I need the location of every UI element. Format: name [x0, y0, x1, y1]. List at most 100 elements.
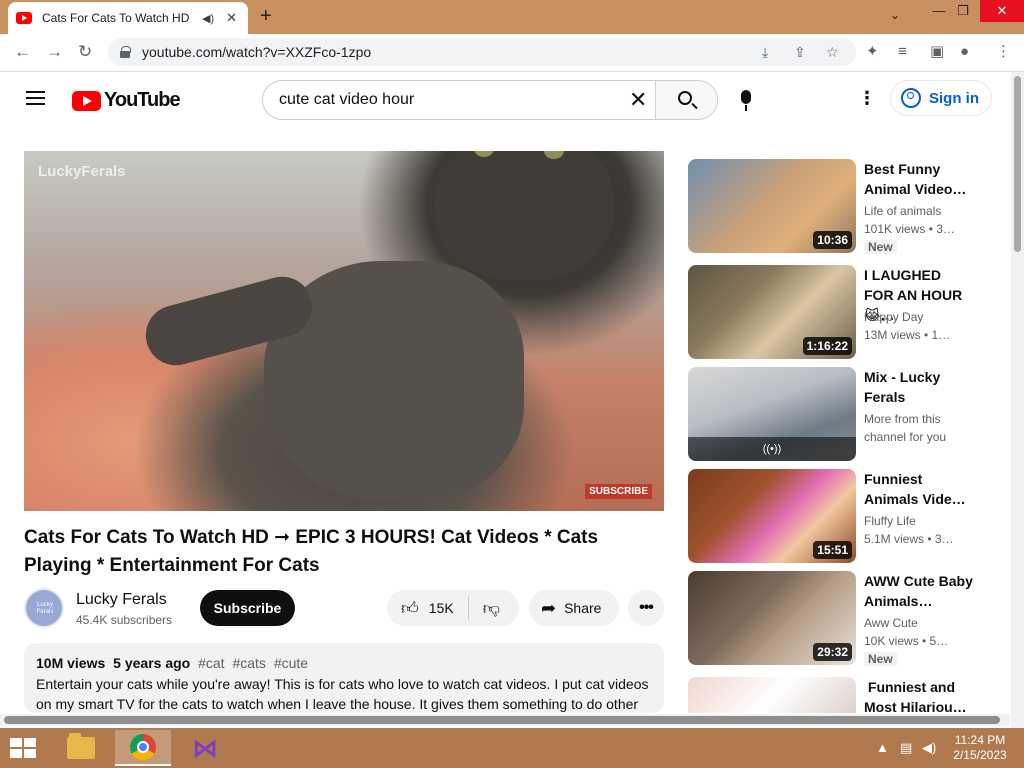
recommendation-thumbnail[interactable]: 1:16:22 — [688, 265, 856, 359]
recommendation-item[interactable]: 15:51 Funniest Animals Vide… Fluffy Life… — [688, 469, 978, 565]
voice-search-mic-icon[interactable] — [741, 90, 751, 111]
video-player[interactable]: LuckyFerals SUBSCRIBE — [24, 151, 664, 511]
recommendation-item[interactable]: 29:32 AWW Cute Baby Animals… Aww Cute 10… — [688, 571, 978, 667]
share-page-icon[interactable]: ⇪ — [794, 44, 806, 61]
tab-title: Cats For Cats To Watch HD - — [42, 11, 192, 25]
taskbar-clock[interactable]: 11:24 PM 2/15/2023 — [950, 733, 1010, 763]
new-tab-button[interactable]: + — [260, 6, 272, 26]
video-duration: 1:16:22 — [802, 337, 852, 355]
address-bar[interactable]: youtube.com/watch?v=XXZFco-1zpo ⤓ ⇪ ☆ — [108, 38, 856, 66]
subscribe-overlay[interactable]: SUBSCRIBE — [585, 484, 652, 499]
recommendation-thumbnail[interactable]: 29:32 — [688, 571, 856, 665]
subscribe-button[interactable]: Subscribe — [200, 590, 295, 626]
recommendation-title[interactable]: Mix - Lucky Ferals — [864, 367, 974, 407]
search-button[interactable] — [655, 81, 717, 119]
windows-start-icon[interactable] — [10, 738, 38, 760]
share-arrow-icon: ➦ — [541, 597, 557, 618]
network-icon[interactable]: ▤ — [900, 740, 912, 756]
recommendation-item[interactable]: 1:16:22 I LAUGHED FOR AN HOUR😹… Happy Da… — [688, 265, 978, 361]
tab-close-button[interactable]: ✕ — [226, 10, 237, 26]
new-badge: New — [864, 240, 897, 254]
recommendation-channel[interactable]: Happy Day — [864, 310, 923, 324]
speaker-icon[interactable]: ◀︎) — [202, 12, 214, 25]
dislike-thumb-down-icon[interactable]: 👎︎ — [483, 598, 500, 619]
menu-hamburger-icon[interactable] — [26, 91, 45, 105]
description-stats: 10M views 5 years ago #cat #cats #cute — [36, 655, 652, 671]
vertical-scrollbar[interactable] — [1011, 72, 1024, 728]
more-actions-button[interactable]: ••• — [628, 590, 664, 626]
hashtag[interactable]: #cats — [232, 655, 265, 671]
file-explorer-taskbar-button[interactable] — [53, 730, 109, 766]
channel-avatar[interactable] — [24, 588, 64, 628]
search-input[interactable] — [279, 91, 639, 109]
browser-menu-icon[interactable]: ⋮ — [996, 43, 1011, 61]
browser-tab[interactable]: Cats For Cats To Watch HD - ◀︎) ✕ — [8, 2, 248, 34]
folder-icon — [67, 733, 95, 759]
channel-name[interactable]: Lucky Ferals — [76, 591, 167, 609]
clock-date: 2/15/2023 — [953, 748, 1007, 762]
recommendation-title[interactable]: Best Funny Animal Video… — [864, 159, 974, 199]
recommendation-title[interactable]: 󠁧 Funniest and Most Hilariou… — [864, 677, 974, 713]
description-box[interactable]: 10M views 5 years ago #cat #cats #cute E… — [24, 643, 664, 713]
recommendation-thumbnail[interactable]: 15:51 — [688, 469, 856, 563]
mix-playlist-icon: ((•)) — [688, 437, 856, 461]
recommendation-title[interactable]: Funniest Animals Vide… — [864, 469, 974, 509]
bookmark-star-icon[interactable]: ☆ — [826, 44, 839, 61]
recommendation-meta: 10K views • 5… — [864, 634, 949, 648]
youtube-play-logo-icon — [72, 90, 101, 111]
vertical-scrollbar-thumb[interactable] — [1014, 76, 1021, 252]
view-count: 10M views — [36, 655, 106, 671]
close-window-button[interactable]: ✕ — [980, 0, 1024, 22]
browser-titlebar: Cats For Cats To Watch HD - ◀︎) ✕ + ⌄ — … — [0, 0, 1024, 34]
recommendation-title[interactable]: AWW Cute Baby Animals… — [864, 571, 974, 611]
side-panel-icon[interactable]: ▣ — [930, 43, 944, 61]
cat-head-shape — [434, 151, 614, 281]
tab-search-chevron-icon[interactable]: ⌄ — [890, 8, 900, 22]
volume-icon[interactable]: ◀︎) — [922, 740, 936, 756]
recommendation-channel[interactable]: Aww Cute — [864, 616, 918, 630]
restore-button[interactable]: ❐ — [946, 0, 980, 22]
recommendation-meta: 13M views • 1… — [864, 328, 951, 342]
clear-search-icon[interactable]: ✕ — [629, 89, 647, 111]
forward-arrow-icon[interactable]: → — [46, 42, 63, 62]
recommendation-thumbnail[interactable]: 10:36 — [688, 159, 856, 253]
horizontal-scrollbar-thumb[interactable] — [4, 716, 1000, 724]
install-icon[interactable]: ⤓ — [762, 44, 768, 61]
horizontal-scrollbar[interactable] — [0, 714, 1010, 726]
channel-subscriber-count: 45.4K subscribers — [76, 613, 173, 627]
like-count[interactable]: 15K — [429, 600, 454, 616]
url-text[interactable]: youtube.com/watch?v=XXZFco-1zpo — [142, 44, 371, 60]
lock-icon[interactable] — [120, 46, 131, 58]
hashtag[interactable]: #cat — [198, 655, 224, 671]
media-control-icon[interactable]: ≡ — [898, 43, 907, 61]
clock-time: 11:24 PM — [954, 733, 1006, 747]
profile-avatar-icon[interactable]: ● — [960, 43, 969, 61]
youtube-logo[interactable]: YouTube — [72, 89, 181, 112]
recommendation-channel[interactable]: Fluffy Life — [864, 514, 916, 528]
share-button[interactable]: ➦ Share — [529, 590, 619, 626]
channel-watermark: LuckyFerals — [38, 163, 126, 180]
reload-icon[interactable]: ↻ — [78, 42, 92, 62]
chrome-taskbar-button[interactable] — [115, 730, 171, 766]
recommendation-thumbnail[interactable]: ((•)) — [688, 367, 856, 461]
youtube-favicon-icon — [16, 12, 32, 24]
like-thumb-up-icon[interactable]: 👍︎ — [401, 598, 419, 619]
visual-studio-taskbar-button[interactable]: ⋈ — [177, 730, 233, 766]
settings-kebab-icon[interactable]: ⋮ — [858, 89, 876, 107]
hashtag[interactable]: #cute — [274, 655, 308, 671]
youtube-masthead: YouTube ✕ ⋮ Sign in — [0, 72, 1010, 128]
back-arrow-icon[interactable]: ← — [14, 42, 31, 62]
recommendation-thumbnail[interactable] — [688, 677, 856, 713]
video-duration: 29:32 — [813, 643, 852, 661]
recommendation-item[interactable]: ((•)) Mix - Lucky Ferals More from this … — [688, 367, 978, 463]
recommendation-item[interactable]: 10:36 Best Funny Animal Video… Life of a… — [688, 159, 978, 255]
recommendation-item[interactable]: 󠁧 Funniest and Most Hilariou… — [688, 677, 978, 713]
extensions-puzzle-icon[interactable]: ✦ — [866, 43, 879, 61]
visual-studio-icon: ⋈ — [192, 732, 218, 763]
recommendation-channel[interactable]: Life of animals — [864, 204, 941, 218]
tray-overflow-chevron-icon[interactable]: ▲ — [876, 740, 889, 755]
recommendation-meta: channel for you — [864, 430, 947, 444]
sign-in-button[interactable]: Sign in — [890, 80, 992, 116]
new-badge: New — [864, 652, 897, 666]
recommendation-channel: More from this — [864, 412, 941, 426]
